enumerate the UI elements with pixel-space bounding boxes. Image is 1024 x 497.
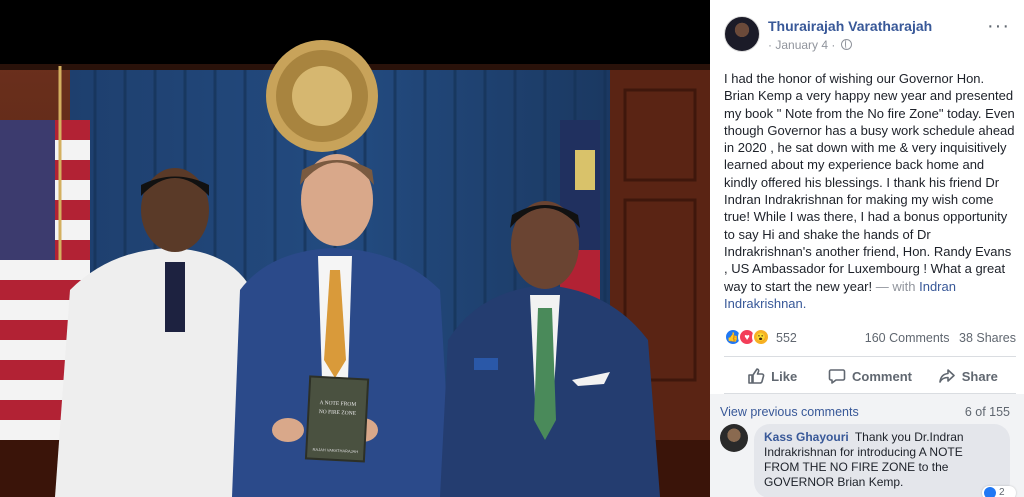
comments-count[interactable]: 160 Comments [865,331,950,345]
like-reaction-icon [984,487,996,497]
view-previous-comments-link[interactable]: View previous comments [720,405,859,419]
book: A NOTE FROM NO FIRE ZONE RAJAH VARATHARA… [304,375,370,463]
comment-bubble: Kass Ghayouri Thank you Dr.Indran Indrak… [754,424,1010,497]
more-options-icon[interactable]: ··· [987,16,1010,36]
post-header: Thurairajah Varatharajah · January 4 · ·… [724,16,1014,56]
post-separator: · [768,38,772,52]
with-label: — with [875,278,916,294]
comment-button[interactable]: Comment [822,362,918,390]
post-body: I had the honor of wishing our Governor … [724,71,1015,294]
globe-icon[interactable] [840,39,852,50]
thumbs-up-icon [748,368,765,384]
reactions-bar: 👍 ♥ 😮 552 160 Comments 38 Shares [724,328,1016,348]
wow-reaction-icon: 😮 [752,328,770,346]
comments-count-indicator: 6 of 155 [964,405,1010,419]
comment-label: Comment [852,368,912,384]
post-separator-2: · [831,38,836,52]
share-icon [938,369,955,383]
commenter-avatar[interactable] [720,424,748,452]
post-text: I had the honor of wishing our Governor … [724,70,1016,312]
share-button[interactable]: Share [920,362,1016,390]
like-label: Like [771,368,798,384]
post-photo[interactable]: A NOTE FROM NO FIRE ZONE RAJAH VARATHARA… [0,0,710,497]
comment-reaction-count: 2 [999,487,1005,497]
post-panel: Thurairajah Varatharajah · January 4 · ·… [710,0,1024,497]
divider [724,356,1016,357]
comment-icon [828,369,846,384]
action-bar: Like Comment Share [724,362,1016,390]
shares-count[interactable]: 38 Shares [959,331,1016,345]
commenter-name[interactable]: Kass Ghayouri [764,430,849,444]
comment-reactions[interactable]: 2 [982,486,1016,497]
photo-illustration: A NOTE FROM NO FIRE ZONE RAJAH VARATHARA… [0,0,710,497]
like-button[interactable]: Like [724,362,820,390]
post-date[interactable]: January 4 [775,38,828,52]
reaction-count[interactable]: 552 [776,331,797,345]
engagement-stats: 160 Comments 38 Shares [859,331,1016,345]
post-meta: · January 4 · [768,38,852,52]
comments-section: View previous comments 6 of 155 Kass Gha… [710,394,1024,497]
share-label: Share [961,368,998,384]
author-avatar[interactable] [724,16,760,52]
author-name[interactable]: Thurairajah Varatharajah [768,18,932,34]
